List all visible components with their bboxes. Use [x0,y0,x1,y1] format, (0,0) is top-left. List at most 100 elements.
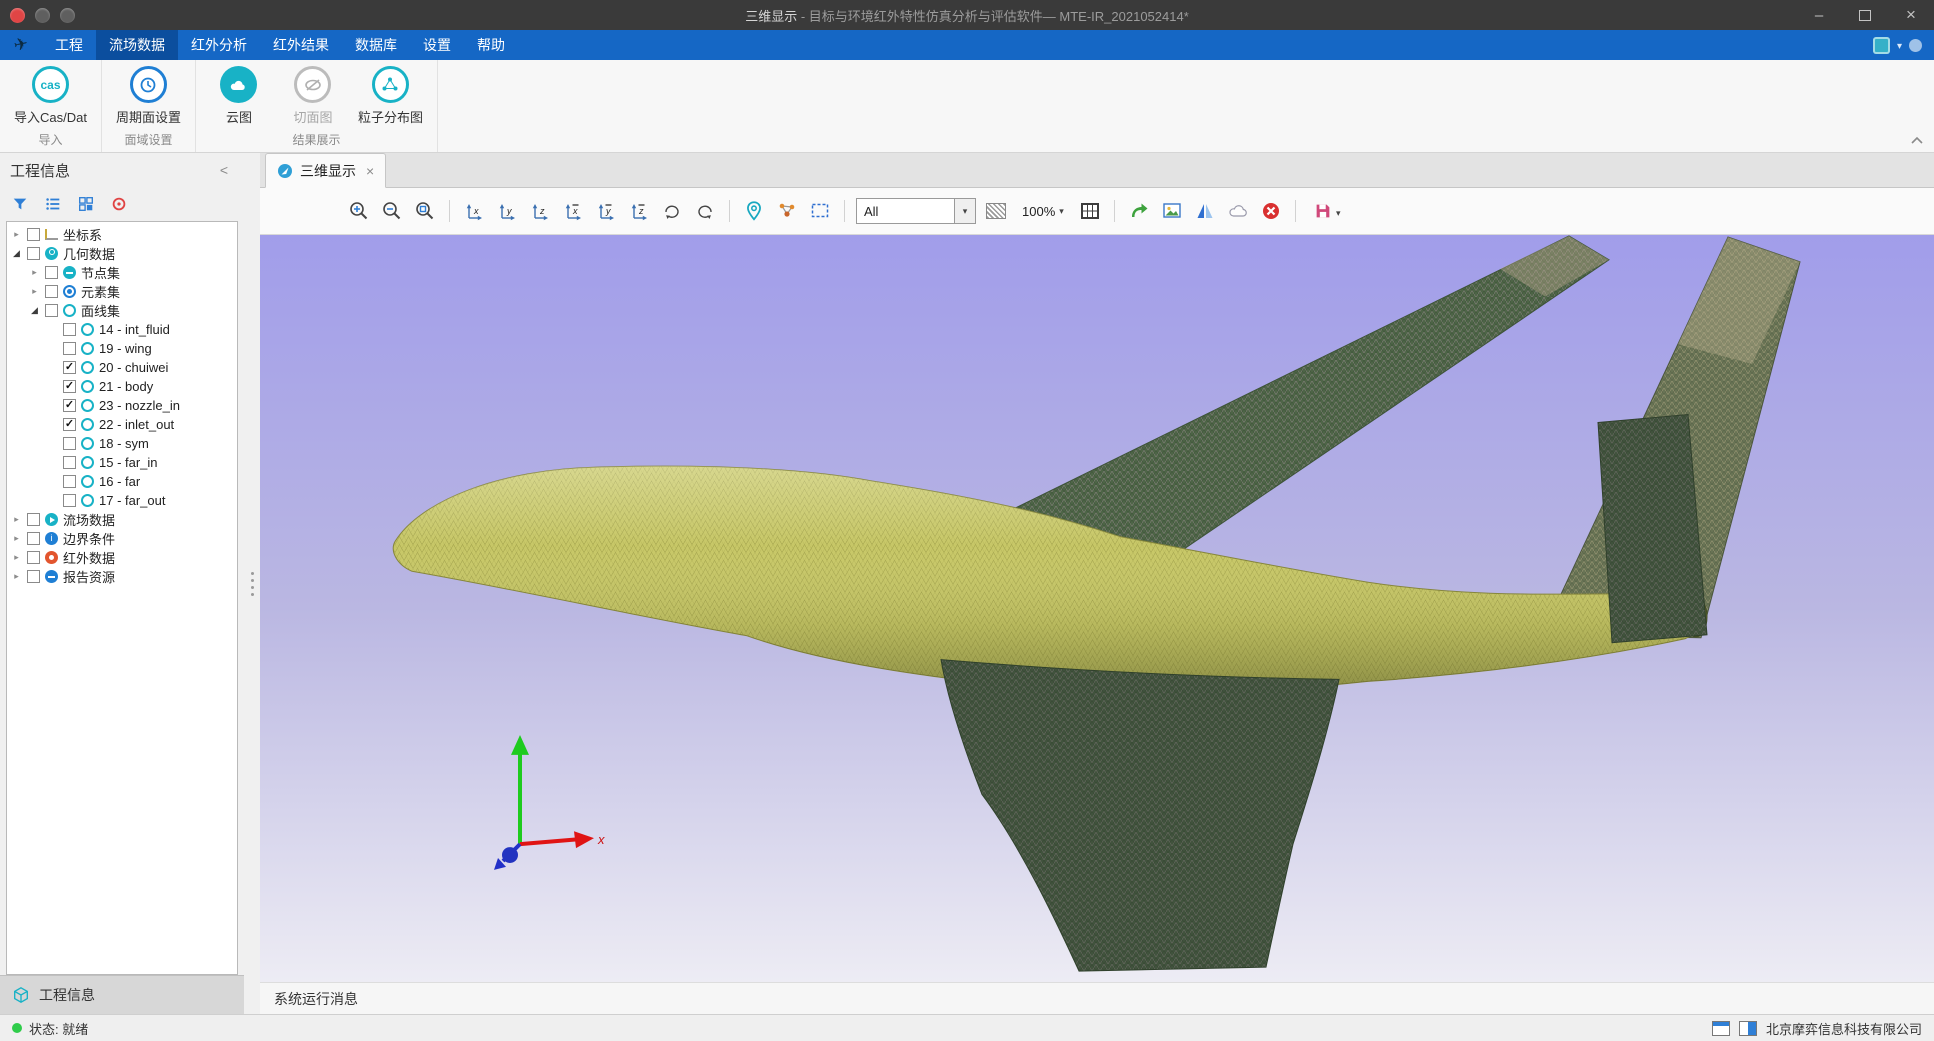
menu-item-6[interactable]: 帮助 [464,30,518,60]
tree-item[interactable]: ✓23 - nozzle_in [7,396,237,415]
window-layout-icon[interactable] [1712,1021,1730,1036]
tree-checkbox[interactable] [63,475,76,488]
zoom-in-button[interactable] [346,198,372,224]
expand-arrow-icon[interactable]: ▸ [11,229,22,240]
tree-item[interactable]: 15 - far_in [7,453,237,472]
tab-close-icon[interactable] [366,163,374,179]
save-view-button[interactable] [1307,198,1347,224]
menu-item-5[interactable]: 设置 [410,30,464,60]
tree-item[interactable]: 18 - sym [7,434,237,453]
menu-item-3[interactable]: 红外结果 [260,30,342,60]
particle-cluster-button[interactable] [774,198,800,224]
tree-item[interactable]: ▸坐标系 [7,225,237,244]
tree-item[interactable]: ▸边界条件 [7,529,237,548]
dither-pattern-button[interactable] [983,198,1009,224]
quick-button-1-icon[interactable] [35,8,50,23]
cloud-display-button[interactable] [1225,198,1251,224]
view-x-button[interactable]: x [461,198,487,224]
chevron-down-icon[interactable] [1897,36,1902,54]
help-icon[interactable] [1909,39,1922,52]
close-button[interactable] [1888,0,1934,30]
locate-pin-button[interactable] [741,198,767,224]
quick-button-red-icon[interactable] [10,8,25,23]
tree-checkbox[interactable] [27,247,40,260]
view-y-button[interactable]: y [494,198,520,224]
view-neg-x-button[interactable]: x [560,198,586,224]
panel-collapse-button[interactable] [214,161,234,179]
tree-item[interactable]: ▸节点集 [7,263,237,282]
ribbon-button[interactable]: 粒子分布图 [352,66,429,126]
tree-item[interactable]: 16 - far [7,472,237,491]
mirror-button[interactable] [1192,198,1218,224]
expand-arrow-icon[interactable]: ▸ [29,286,40,297]
tree-checkbox[interactable] [27,228,40,241]
collapse-arrow-icon[interactable]: ◢ [29,305,40,316]
tree-checkbox[interactable] [63,494,76,507]
tree-checkbox[interactable] [27,551,40,564]
zoom-level-dropdown[interactable]: 100% [1016,203,1070,220]
viewport-canvas[interactable]: x [260,235,1934,982]
menu-item-4[interactable]: 数据库 [342,30,410,60]
tree-checkbox[interactable] [45,285,58,298]
expand-arrow-icon[interactable]: ▸ [11,571,22,582]
view-rotate-ccw-button[interactable] [659,198,685,224]
view-z-button[interactable]: z [527,198,553,224]
grid-toggle-button[interactable] [1077,198,1103,224]
tree-checkbox[interactable] [27,513,40,526]
expand-arrow-icon[interactable]: ▸ [11,533,22,544]
theme-icon[interactable] [1873,37,1890,54]
tree-item[interactable]: ✓20 - chuiwei [7,358,237,377]
collapse-arrow-icon[interactable]: ◢ [11,248,22,259]
tree-item[interactable]: ▸红外数据 [7,548,237,567]
grid-view-button[interactable] [76,194,96,214]
box-select-button[interactable] [807,198,833,224]
tree-item[interactable]: ✓22 - inlet_out [7,415,237,434]
zoom-out-button[interactable] [379,198,405,224]
tree-checkbox[interactable]: ✓ [63,399,76,412]
screenshot-button[interactable] [1159,198,1185,224]
tree-checkbox[interactable] [27,570,40,583]
expand-arrow-icon[interactable]: ▸ [29,267,40,278]
expand-arrow-icon[interactable]: ▸ [11,514,22,525]
split-layout-icon[interactable] [1739,1021,1757,1036]
ribbon-button[interactable]: cas导入Cas/Dat [8,66,93,126]
menu-item-1[interactable]: 流场数据 [96,30,178,60]
tree-item[interactable]: ◢几何数据 [7,244,237,263]
ribbon-button[interactable]: 周期面设置 [110,66,187,126]
tree-item[interactable]: 14 - int_fluid [7,320,237,339]
tree-item[interactable]: ◢面线集 [7,301,237,320]
tree-checkbox[interactable] [45,304,58,317]
tree-checkbox[interactable] [63,323,76,336]
tree-item[interactable]: ▸流场数据 [7,510,237,529]
expand-arrow-icon[interactable]: ▸ [11,552,22,563]
maximize-button[interactable] [1842,0,1888,30]
tree-checkbox[interactable]: ✓ [63,418,76,431]
tree-checkbox[interactable] [27,532,40,545]
export-arrow-button[interactable] [1126,198,1152,224]
panel-splitter[interactable] [244,153,260,1014]
tree-item[interactable]: ▸元素集 [7,282,237,301]
menu-item-2[interactable]: 红外分析 [178,30,260,60]
list-view-button[interactable] [43,194,63,214]
tree-checkbox[interactable] [63,437,76,450]
clear-all-button[interactable] [1258,198,1284,224]
filter-button[interactable] [10,194,30,214]
tree-item[interactable]: ▸报告资源 [7,567,237,586]
tree-checkbox[interactable]: ✓ [63,361,76,374]
menu-item-0[interactable]: 工程 [42,30,96,60]
tree-item[interactable]: 19 - wing [7,339,237,358]
view-rotate-cw-button[interactable] [692,198,718,224]
tree-checkbox[interactable]: ✓ [63,380,76,393]
ribbon-button[interactable]: 云图 [204,66,274,126]
locate-target-button[interactable] [109,194,129,214]
tab-3d-view[interactable]: 三维显示 [265,153,386,188]
zoom-fit-button[interactable] [412,198,438,224]
panel-bottom-tab[interactable]: 工程信息 [0,975,244,1014]
tree-checkbox[interactable] [63,342,76,355]
combo-arrow-icon[interactable] [954,199,975,223]
view-neg-y-button[interactable]: y [593,198,619,224]
quick-button-2-icon[interactable] [60,8,75,23]
view-neg-z-button[interactable]: z [626,198,652,224]
tree-item[interactable]: 17 - far_out [7,491,237,510]
tree-checkbox[interactable] [63,456,76,469]
